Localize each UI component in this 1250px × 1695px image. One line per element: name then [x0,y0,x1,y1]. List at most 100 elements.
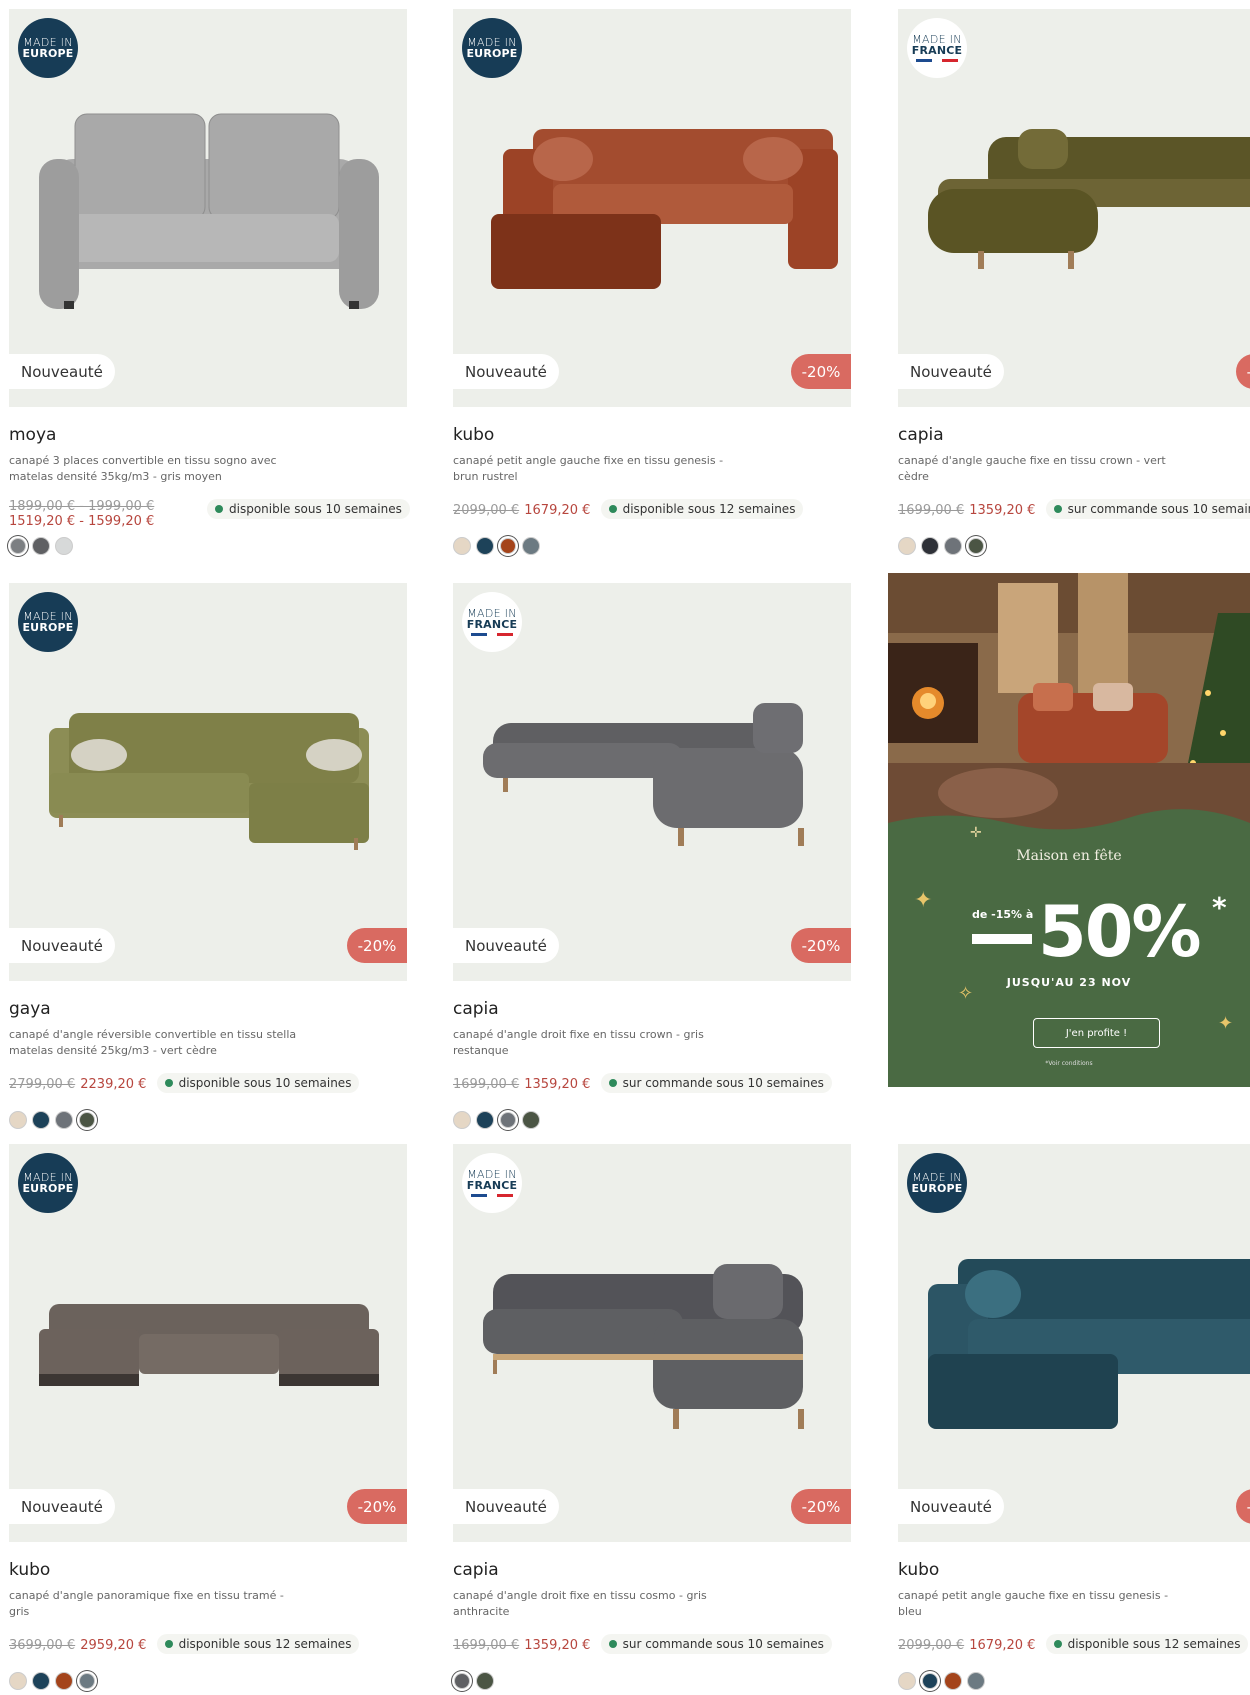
product-name[interactable]: capia [453,999,851,1021]
color-swatch[interactable] [500,1112,516,1128]
discount-badge: -20% [791,928,851,963]
made-in-europe-badge: MADE IN EUROPE [18,18,78,78]
product-image[interactable]: MADE IN EUROPE Nouveauté -20% [9,1144,407,1542]
product-name[interactable]: kubo [9,1560,407,1582]
promo-until: JUSQU'AU 23 NOV [1006,976,1132,989]
price-row: 1699,00 € 1359,20 € sur commande sous 10… [898,499,1250,535]
color-swatch[interactable] [898,1672,916,1690]
color-swatch[interactable] [79,1112,95,1128]
promo-conditions-link[interactable]: *Voir conditions [888,1060,1250,1067]
color-swatch[interactable] [921,537,939,555]
product-image[interactable]: MADE IN FRANCE Nouveauté -20% [453,1144,851,1542]
product-card[interactable]: MADE IN EUROPE Nouveauté moya canapé 3 p… [9,9,410,555]
country-label: FRANCE [466,1179,518,1192]
color-swatch[interactable] [55,1672,73,1690]
color-swatch[interactable] [944,537,962,555]
product-description: canapé petit angle gauche fixe en tissu … [453,453,743,487]
product-description: canapé d'angle droit fixe en tissu crown… [453,1027,743,1061]
old-price: 1699,00 € [453,1077,520,1092]
new-price: 1679,20 € [524,503,591,518]
price-row: 3699,00 € 2959,20 € disponible sous 12 s… [9,1634,407,1670]
new-badge: Nouveauté [453,928,559,963]
price-row: 1699,00 € 1359,20 € sur commande sous 10… [453,1634,851,1670]
product-card[interactable]: MADE IN EUROPE Nouveauté -20% kubo canap… [9,1144,407,1690]
color-swatch[interactable] [10,538,26,554]
color-swatch[interactable] [32,537,50,555]
promo-dash [972,934,1032,944]
product-card[interactable]: MADE IN EUROPE Nouveauté -20% gaya canap… [9,583,407,1129]
availability-text: disponible sous 10 semaines [229,502,402,516]
color-swatch[interactable] [79,1673,95,1689]
product-card[interactable]: MADE IN FRANCE Nouveauté -20% capia cana… [898,9,1250,555]
product-name[interactable]: kubo [898,1560,1250,1582]
color-swatch[interactable] [944,1672,962,1690]
color-swatch[interactable] [476,537,494,555]
color-swatch[interactable] [522,1111,540,1129]
color-swatch[interactable] [32,1111,50,1129]
color-swatch[interactable] [9,1111,27,1129]
product-card[interactable]: MADE IN FRANCE Nouveauté -20% capia cana… [453,583,851,1129]
product-image[interactable]: MADE IN EUROPE Nouveauté -20% [9,583,407,981]
product-card[interactable]: MADE IN EUROPE Nouveauté -20% kubo canap… [453,9,851,555]
old-price: 2099,00 € [453,503,520,518]
availability-dot-icon [164,1640,173,1648]
price-row: 2799,00 € 2239,20 € disponible sous 10 s… [9,1073,407,1109]
old-price: 3699,00 € [9,1638,76,1653]
price-row: 2099,00 € 1679,20 € disponible sous 12 s… [898,1634,1250,1670]
color-swatch[interactable] [55,1111,73,1129]
color-swatch[interactable] [453,1111,471,1129]
product-description-line: anthracite [453,1605,510,1618]
promo-cta-button[interactable]: J'en profite ! [1033,1018,1160,1048]
promo-banner[interactable]: Maison en fête ✦ ✧ ✦ ✛ de -15% à 50% * J… [888,573,1250,1087]
availability-badge: disponible sous 10 semaines [207,499,410,519]
color-swatch[interactable] [32,1672,50,1690]
product-image[interactable]: MADE IN EUROPE Nouveauté -20% [453,9,851,407]
country-label: EUROPE [466,47,518,60]
product-image[interactable]: MADE IN FRANCE Nouveauté -20% [453,583,851,981]
availability-badge: sur commande sous 10 semaines [600,1634,832,1654]
discount-badge: -20% [791,354,851,389]
color-swatch[interactable] [476,1672,494,1690]
product-description-line: gris [9,1605,30,1618]
product-name[interactable]: capia [898,425,1250,447]
color-swatch[interactable] [476,1111,494,1129]
color-swatch[interactable] [967,1672,985,1690]
color-swatches [453,537,851,555]
old-price: 1699,00 € [453,1638,520,1653]
product-description-line: canapé petit angle gauche fixe en tissu … [453,454,724,467]
product-description-line: canapé d'angle panoramique fixe en tissu… [9,1589,284,1602]
country-label: EUROPE [22,47,74,60]
product-name[interactable]: moya [9,425,407,447]
product-name[interactable]: capia [453,1560,851,1582]
color-swatches [898,1672,1250,1690]
availability-badge: disponible sous 12 semaines [1045,1634,1249,1654]
product-description-line: bleu [898,1605,922,1618]
product-card[interactable]: MADE IN FRANCE Nouveauté -20% capia cana… [453,1144,851,1690]
color-swatch[interactable] [968,538,984,554]
country-label: EUROPE [22,1182,74,1195]
product-image[interactable]: MADE IN EUROPE Nouveauté -20% [898,1144,1250,1542]
product-image[interactable]: MADE IN FRANCE Nouveauté -20% [898,9,1250,407]
promo-from: de -15% à [972,908,1034,921]
color-swatch[interactable] [922,1673,938,1689]
flag-icon [471,1194,513,1197]
color-swatches [453,1111,851,1129]
color-swatch[interactable] [500,538,516,554]
color-swatch[interactable] [9,1672,27,1690]
color-swatch[interactable] [522,537,540,555]
new-badge: Nouveauté [898,1489,1004,1524]
made-in-france-badge: MADE IN FRANCE [462,1153,522,1213]
color-swatch[interactable] [898,537,916,555]
product-name[interactable]: gaya [9,999,407,1021]
color-swatch[interactable] [55,537,73,555]
made-in-europe-badge: MADE IN EUROPE [907,1153,967,1213]
product-description-line: canapé d'angle gauche fixe en tissu crow… [898,454,1166,467]
product-name[interactable]: kubo [453,425,851,447]
color-swatch[interactable] [454,1673,470,1689]
product-card[interactable]: MADE IN EUROPE Nouveauté -20% kubo canap… [898,1144,1250,1690]
discount-badge: -20% [347,928,407,963]
product-description-line: cèdre [898,470,929,483]
product-image[interactable]: MADE IN EUROPE Nouveauté [9,9,407,407]
color-swatch[interactable] [453,537,471,555]
availability-text: sur commande sous 10 semaines [622,1076,824,1090]
